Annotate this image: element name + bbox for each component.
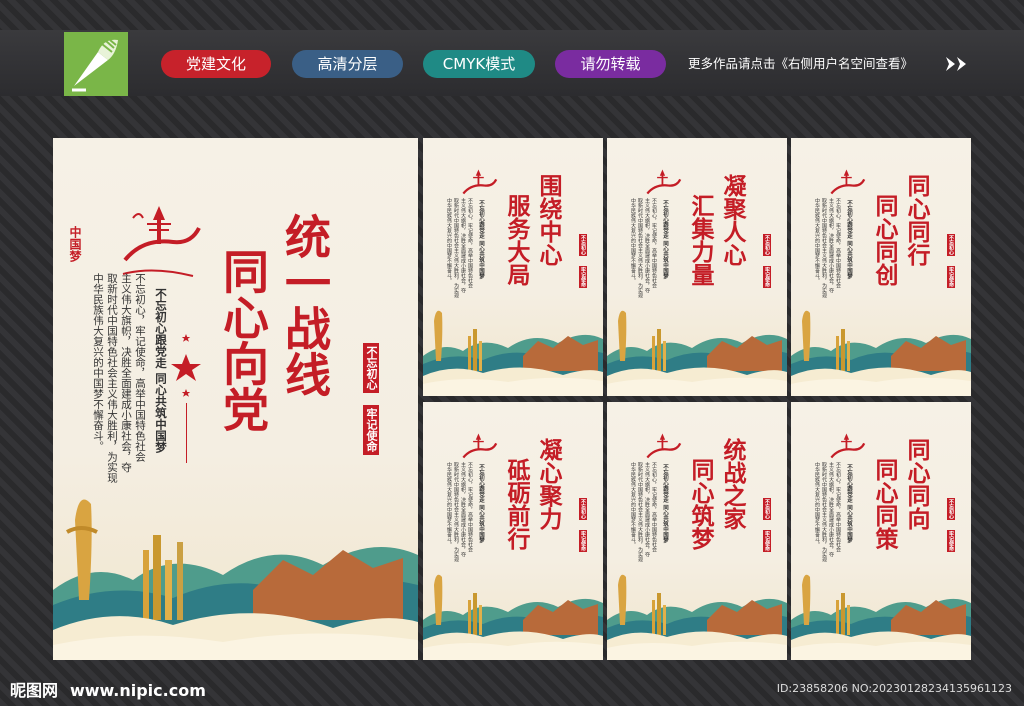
landscape-scenery <box>53 499 418 660</box>
tag-party-culture: 党建文化 <box>161 50 271 78</box>
poster-title-col2: 同心同策 <box>871 458 898 550</box>
body-text-col3: 取新时代中国特色社会主义伟大胜利，为实现 <box>821 462 827 562</box>
main-poster: 中国梦 统一战线 同心向党 不忘初心跟党走 同心共筑中国梦 不忘初心，牢记使命，… <box>53 138 418 660</box>
slogan-text: 不忘初心跟党走 同心共筑中国梦 <box>154 288 168 454</box>
body-text-col2: 主义伟大旗帜，决胜全面建成小康社会，夺 <box>460 198 466 293</box>
body-text-col3: 取新时代中国特色社会主义伟大胜利，为实现 <box>637 198 643 298</box>
small-poster: 凝聚人心 汇集力量 不忘初心跟党走 同心共筑中国梦 不忘初心，牢记使命，高举中国… <box>607 138 787 396</box>
poster-title-col1: 凝聚人心 <box>719 174 746 266</box>
body-text-col2: 主义伟大旗帜，决胜全面建成小康社会，夺 <box>644 198 650 293</box>
landscape-scenery <box>791 310 971 396</box>
seal-stamp-1: 不忘初心 <box>763 234 771 256</box>
slogan-text: 不忘初心跟党走 同心共筑中国梦 <box>478 200 484 279</box>
divider-line <box>186 403 187 463</box>
small-poster: 凝心聚力 砥砺前行 不忘初心跟党走 同心共筑中国梦 不忘初心，牢记使命，高举中国… <box>423 402 603 660</box>
body-text-col2: 主义伟大旗帜，决胜全面建成小康社会，夺 <box>828 198 834 293</box>
body-text-col2: 主义伟大旗帜，决胜全面建成小康社会，夺 <box>460 462 466 557</box>
more-works-link[interactable]: 更多作品请点击《右侧用户名空间查看》 <box>688 54 913 74</box>
body-text-col3: 取新时代中国特色社会主义伟大胜利，为实现 <box>106 273 118 483</box>
landscape-scenery <box>607 310 787 396</box>
body-text-col1: 不忘初心，牢记使命，高举中国特色社会 <box>134 273 146 462</box>
poster-title-col1: 统战之家 <box>719 438 746 530</box>
main-title-col1: 统一战线 <box>278 213 332 397</box>
poster-title-col1: 凝心聚力 <box>535 438 562 530</box>
slogan-text: 不忘初心跟党走 同心共筑中国梦 <box>846 464 852 543</box>
seal-stamp-1: 不忘初心 <box>579 234 587 256</box>
seal-stamp-2: 牢记使命 <box>579 530 587 552</box>
site-name: 昵图网 <box>10 681 59 700</box>
image-id-text: ID:23858206 NO:20230128234135961123 <box>776 682 1012 695</box>
tag-high-res-layers: 高清分层 <box>292 50 403 78</box>
designer-logo <box>64 32 128 96</box>
seal-stamp-2: 牢记使命 <box>763 266 771 288</box>
body-text-col1: 不忘初心，牢记使命，高举中国特色社会 <box>835 198 841 288</box>
body-text-col2: 主义伟大旗帜，决胜全面建成小康社会，夺 <box>644 462 650 557</box>
seal-stamp-1: 不忘初心 <box>363 343 379 393</box>
body-text-col1: 不忘初心，牢记使命，高举中国特色社会 <box>651 198 657 288</box>
body-text-col1: 不忘初心，牢记使命，高举中国特色社会 <box>835 462 841 552</box>
slogan-text: 不忘初心跟党走 同心共筑中国梦 <box>846 200 852 279</box>
seal-stamp-1: 不忘初心 <box>947 234 955 256</box>
seal-stamp-2: 牢记使命 <box>579 266 587 288</box>
body-text-col2: 主义伟大旗帜，决胜全面建成小康社会，夺 <box>828 462 834 557</box>
body-text-col4: 中华民族伟大复兴的中国梦不懈奋斗。 <box>446 198 452 283</box>
body-text-col4: 中华民族伟大复兴的中国梦不懈奋斗。 <box>630 462 636 547</box>
slogan-text: 不忘初心跟党走 同心共筑中国梦 <box>662 464 668 543</box>
body-text-col4: 中华民族伟大复兴的中国梦不懈奋斗。 <box>814 462 820 547</box>
double-arrow-icon[interactable] <box>944 55 972 73</box>
poster-title-col2: 服务大局 <box>503 194 530 286</box>
landscape-scenery <box>791 574 971 660</box>
tag-cmyk-mode: CMYK模式 <box>423 50 535 78</box>
poster-title-col1: 围绕中心 <box>535 174 562 266</box>
seal-stamp-2: 牢记使命 <box>947 266 955 288</box>
small-poster: 同心同向 同心同策 不忘初心跟党走 同心共筑中国梦 不忘初心，牢记使命，高举中国… <box>791 402 971 660</box>
poster-title-col2: 同心筑梦 <box>687 458 714 550</box>
seal-stamp-2: 牢记使命 <box>947 530 955 552</box>
small-poster: 同心同行 同心同创 不忘初心跟党走 同心共筑中国梦 不忘初心，牢记使命，高举中国… <box>791 138 971 396</box>
body-text-col3: 取新时代中国特色社会主义伟大胜利，为实现 <box>637 462 643 562</box>
landscape-scenery <box>423 574 603 660</box>
landscape-scenery <box>607 574 787 660</box>
poster-title-col2: 砥砺前行 <box>503 458 530 550</box>
main-title-col2: 同心向党 <box>216 248 270 432</box>
slogan-text: 不忘初心跟党走 同心共筑中国梦 <box>662 200 668 279</box>
body-text-col1: 不忘初心，牢记使命，高举中国特色社会 <box>651 462 657 552</box>
body-text-col3: 取新时代中国特色社会主义伟大胜利，为实现 <box>453 198 459 298</box>
body-text-col4: 中华民族伟大复兴的中国梦不懈奋斗。 <box>446 462 452 547</box>
small-poster: 围绕中心 服务大局 不忘初心跟党走 同心共筑中国梦 不忘初心，牢记使命，高举中国… <box>423 138 603 396</box>
tag-no-repost: 请勿转载 <box>555 50 666 78</box>
poster-title-col2: 汇集力量 <box>687 194 714 286</box>
seal-stamp-2: 牢记使命 <box>763 530 771 552</box>
poster-title-col2: 同心同创 <box>871 194 898 286</box>
body-text-col3: 取新时代中国特色社会主义伟大胜利，为实现 <box>453 462 459 562</box>
poster-title-col1: 同心同向 <box>903 438 930 530</box>
body-text-col4: 中华民族伟大复兴的中国梦不懈奋斗。 <box>92 273 104 452</box>
body-text-col3: 取新时代中国特色社会主义伟大胜利，为实现 <box>821 198 827 298</box>
body-text-col1: 不忘初心，牢记使命，高举中国特色社会 <box>467 198 473 288</box>
slogan-text: 不忘初心跟党走 同心共筑中国梦 <box>478 464 484 543</box>
emblem-text: 中国梦 <box>68 226 82 262</box>
small-poster: 统战之家 同心筑梦 不忘初心跟党走 同心共筑中国梦 不忘初心，牢记使命，高举中国… <box>607 402 787 660</box>
site-url: www.nipic.com <box>69 681 206 700</box>
body-text-col4: 中华民族伟大复兴的中国梦不懈奋斗。 <box>814 198 820 283</box>
site-logo: 昵图网 www.nipic.com <box>10 677 206 701</box>
body-text-col2: 主义伟大旗帜，决胜全面建成小康社会，夺 <box>120 273 132 473</box>
seal-stamp-2: 牢记使命 <box>363 405 379 455</box>
stars-decoration <box>171 334 201 397</box>
body-text-col1: 不忘初心，牢记使命，高举中国特色社会 <box>467 462 473 552</box>
body-text-col4: 中华民族伟大复兴的中国梦不懈奋斗。 <box>630 198 636 283</box>
poster-title-col1: 同心同行 <box>903 174 930 266</box>
seal-stamp-1: 不忘初心 <box>763 498 771 520</box>
seal-stamp-1: 不忘初心 <box>579 498 587 520</box>
landscape-scenery <box>423 310 603 396</box>
seal-stamp-1: 不忘初心 <box>947 498 955 520</box>
